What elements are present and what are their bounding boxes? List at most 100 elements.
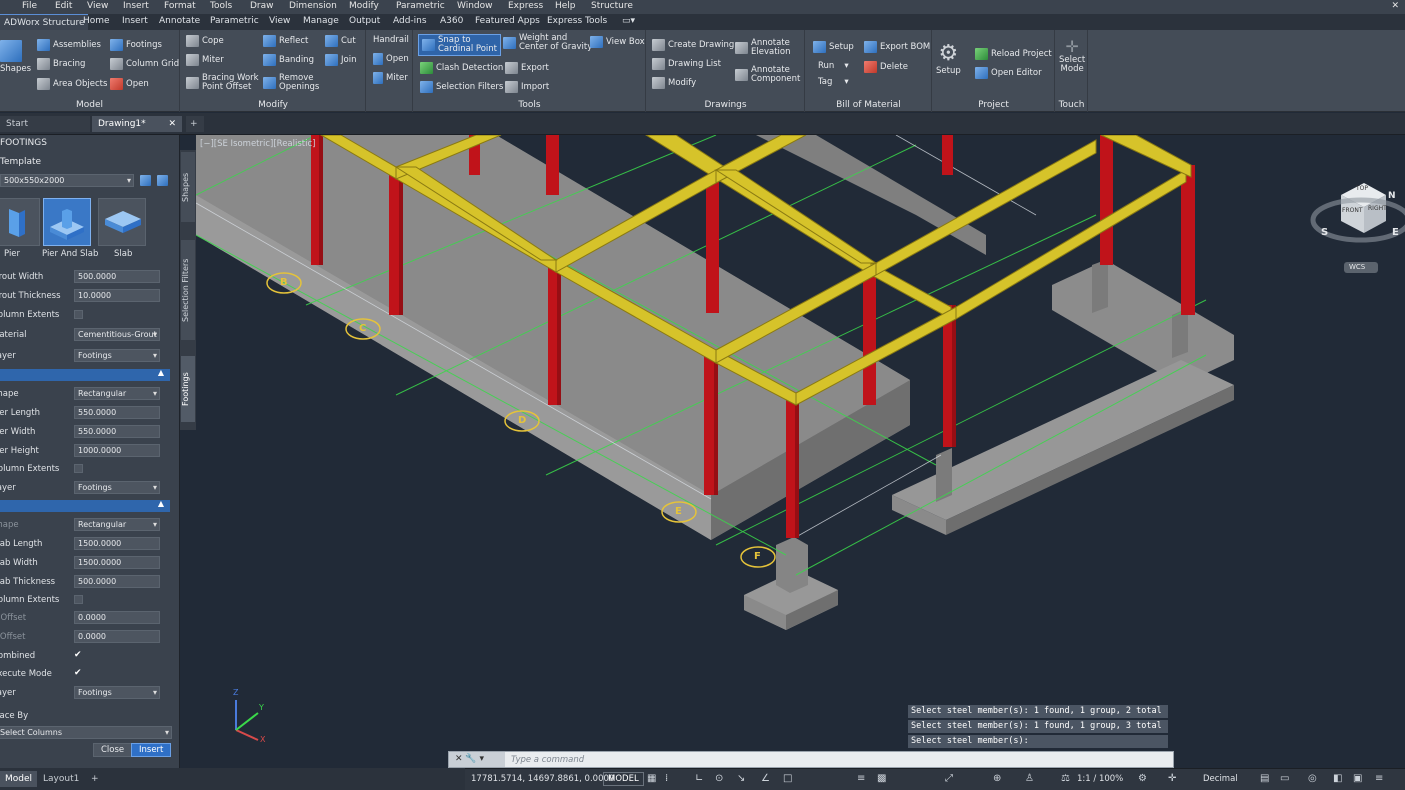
footings-button[interactable]: Footings (110, 39, 162, 51)
menu-modify[interactable]: Modify (349, 1, 379, 11)
column-grid-button[interactable]: Column Grid (110, 58, 179, 70)
bracing-button[interactable]: Bracing (37, 58, 85, 70)
window-close-icon[interactable]: ✕ (1391, 1, 1399, 11)
reload-project-button[interactable]: Reload Project (975, 48, 1052, 60)
tab-output[interactable]: Output (349, 16, 380, 26)
pier-column-extents-checkbox[interactable] (74, 464, 83, 473)
annotation-person-icon[interactable]: ♙ (1025, 774, 1035, 784)
drawings-modify-button[interactable]: Modify (652, 77, 696, 89)
create-drawing-button[interactable]: Create Drawing (652, 39, 734, 51)
grid-icon[interactable]: ▦ (647, 774, 657, 784)
tab-a360[interactable]: A360 (440, 16, 463, 26)
shapes-button[interactable]: Shapes (0, 40, 31, 74)
join-button[interactable]: Join (325, 54, 356, 66)
drawing-list-button[interactable]: Drawing List (652, 58, 721, 70)
pier-length-input[interactable]: 550.0000 (74, 406, 160, 419)
doc-tab-start[interactable]: Start (0, 116, 90, 132)
pier-layer-select[interactable]: Footings (74, 481, 160, 494)
annotate-component-button[interactable]: Annotate Component (735, 66, 800, 84)
cut-button[interactable]: Cut (325, 35, 356, 47)
annotation-scale-icon[interactable]: ⚖ (1061, 774, 1071, 784)
new-tab-icon[interactable]: + (186, 116, 204, 132)
object-snap-tracking-icon[interactable]: ∠ (761, 774, 771, 784)
project-setup-button[interactable]: ⚙ Setup (936, 42, 961, 77)
tab-featured-apps[interactable]: Featured Apps (475, 16, 540, 26)
cope-button[interactable]: Cope (186, 35, 224, 47)
miter-button[interactable]: Miter (186, 54, 224, 66)
tab-add-ins[interactable]: Add-ins (393, 16, 427, 26)
annotation-scale-value[interactable]: 1:1 / 100% (1077, 774, 1123, 784)
snap-to-cardinal-point-button[interactable]: Snap to Cardinal Point (418, 34, 502, 56)
tab-express-tools[interactable]: Express Tools (547, 16, 607, 26)
x-offset-input[interactable]: 0.0000 (74, 611, 160, 624)
insert-button[interactable]: Insert (131, 743, 172, 757)
slab-width-input[interactable]: 1500.0000 (74, 556, 160, 569)
viewport-controls-label[interactable]: [−][SE Isometric][Realistic] (200, 139, 315, 149)
model-viewport[interactable]: [−][SE Isometric][Realistic] B C D E F T… (196, 135, 1405, 768)
add-layout-icon[interactable]: + (86, 771, 104, 787)
annotation-monitor-icon[interactable]: ✛ (1168, 774, 1178, 784)
handrail-miter-button[interactable]: Miter (373, 72, 408, 84)
slab-thickness-input[interactable]: 500.0000 (74, 575, 160, 588)
slab-layer-select[interactable]: Footings (74, 686, 160, 699)
layout-tab-layout1[interactable]: Layout1 (38, 771, 84, 787)
units-value[interactable]: Decimal (1203, 774, 1238, 784)
place-by-select[interactable]: Select Columns (0, 726, 172, 739)
command-line-tools[interactable]: ✕ 🔧 ▾ (449, 752, 505, 767)
pier-section-header[interactable]: ▲ (0, 368, 170, 381)
selection-filters-button[interactable]: Selection Filters (420, 81, 503, 93)
template-select[interactable]: 500x550x2000 (0, 173, 172, 190)
save-template-icon[interactable] (140, 175, 151, 186)
open-button[interactable]: Open (110, 78, 149, 90)
tab-insert[interactable]: Insert (122, 16, 148, 26)
model-space-button[interactable]: MODEL (603, 772, 644, 786)
pier-shape-select[interactable]: Rectangular (74, 387, 160, 400)
slab-length-input[interactable]: 1500.0000 (74, 537, 160, 550)
transparency-icon[interactable]: ▩ (877, 774, 887, 784)
area-objects-button[interactable]: Area Objects (37, 78, 107, 90)
menu-dimension[interactable]: Dimension (289, 1, 337, 11)
bom-setup-button[interactable]: Setup (813, 41, 854, 53)
bom-delete-button[interactable]: Delete (864, 61, 908, 73)
snap-mode-icon[interactable]: ⁞ (665, 774, 675, 784)
menu-format[interactable]: Format (164, 1, 196, 11)
clash-detection-button[interactable]: Clash Detection (420, 62, 503, 74)
wcs-menu[interactable]: WCS (1349, 263, 1365, 271)
ortho-icon[interactable]: ∟ (695, 774, 705, 784)
menu-draw[interactable]: Draw (250, 1, 274, 11)
menu-file[interactable]: File (22, 1, 37, 11)
quick-properties-icon[interactable]: ▤ (1260, 774, 1270, 784)
menu-view[interactable]: View (87, 1, 108, 11)
weight-center-of-gravity-button[interactable]: Weight and Center of Gravity (503, 34, 592, 52)
menu-express[interactable]: Express (508, 1, 543, 11)
ribbon-options-icon[interactable]: ▭▾ (622, 16, 635, 26)
tab-home[interactable]: Home (83, 16, 110, 26)
bracing-work-point-offset-button[interactable]: Bracing Work Point Offset (186, 74, 259, 92)
bom-run-dropdown[interactable]: Run ▾ (818, 61, 849, 71)
type-tile-pier-and-slab[interactable] (43, 198, 91, 246)
close-button[interactable]: Close (93, 743, 133, 757)
menu-structure[interactable]: Structure (591, 1, 633, 11)
layout-tab-model[interactable]: Model (0, 771, 38, 787)
isolate-objects-icon[interactable]: ◎ (1308, 774, 1318, 784)
hardware-acceleration-icon[interactable]: ◧ (1333, 774, 1343, 784)
annotate-elevation-button[interactable]: Annotate Elevation (735, 39, 790, 57)
isodraft-icon[interactable]: ↘ (737, 774, 747, 784)
execute-mode-checkbox[interactable]: ✔ (74, 669, 83, 678)
y-offset-input[interactable]: 0.0000 (74, 630, 160, 643)
lock-ui-icon[interactable]: ▭ (1280, 774, 1290, 784)
slab-section-header[interactable]: ▲ (0, 499, 170, 512)
viewcube-front[interactable]: FRONT (1342, 207, 1363, 214)
customization-icon[interactable]: ≡ (1375, 774, 1385, 784)
import-button[interactable]: Import (505, 81, 549, 93)
type-tile-pier[interactable] (0, 198, 40, 246)
handrail-open-button[interactable]: Open (373, 53, 409, 65)
menu-insert[interactable]: Insert (123, 1, 149, 11)
grout-thickness-input[interactable]: 10.0000 (74, 289, 160, 302)
view-box-button[interactable]: View Box (590, 36, 645, 48)
menu-help[interactable]: Help (555, 1, 576, 11)
workspace-gear-icon[interactable]: ⚙ (1138, 774, 1148, 784)
vtab-footings[interactable]: Footings (181, 356, 195, 422)
viewcube-right[interactable]: RIGHT (1368, 205, 1387, 212)
save-as-template-icon[interactable] (157, 175, 168, 186)
